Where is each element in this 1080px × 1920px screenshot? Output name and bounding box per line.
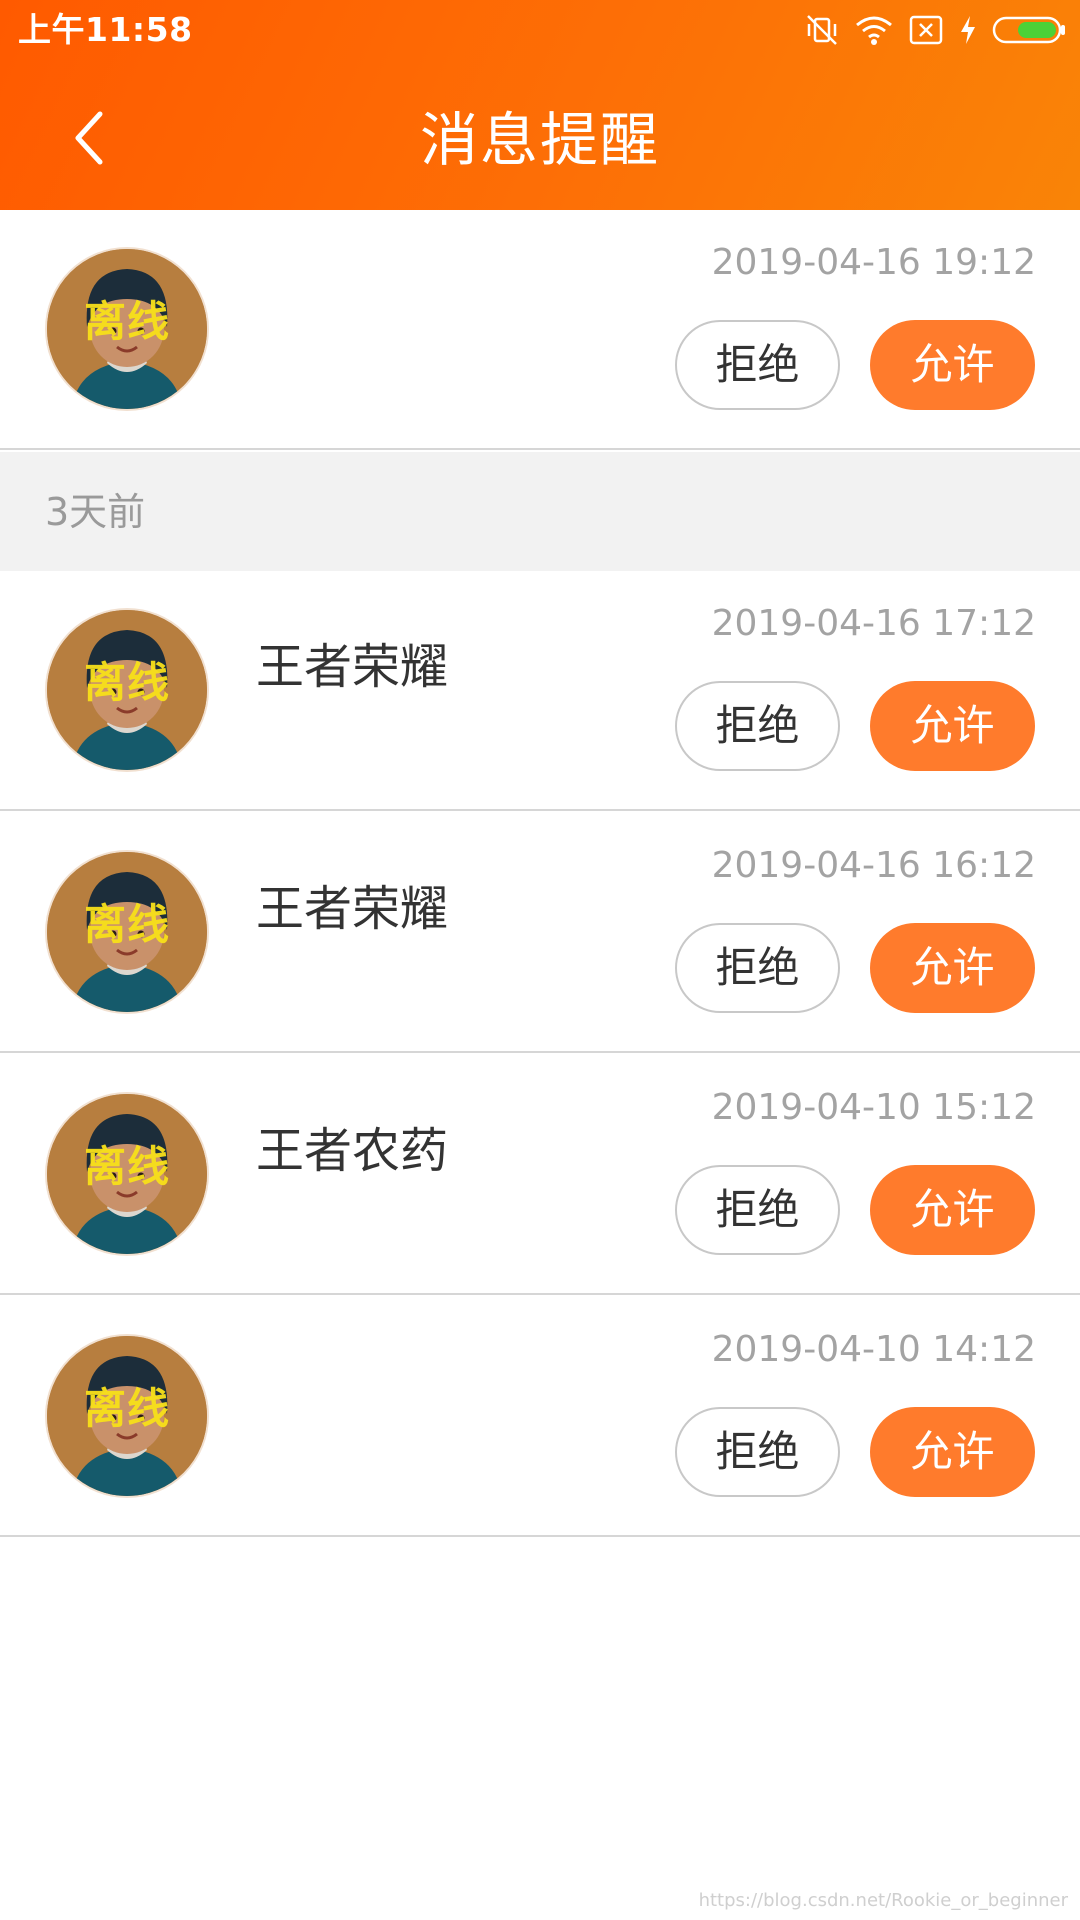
request-item: 离线 王者荣耀 2019-04-16 16:12 拒绝 允许 (0, 813, 1080, 1053)
section-header: 3天前 (0, 452, 1080, 571)
avatar-status-badge: 离线 (83, 658, 170, 707)
avatar-status-badge: 离线 (83, 297, 170, 346)
allow-button[interactable]: 允许 (870, 681, 1035, 771)
request-item: 离线 王者农药 2019-04-10 15:12 拒绝 允许 (0, 1055, 1080, 1295)
request-item: 离线 2019-04-16 19:12 拒绝 允许 (0, 210, 1080, 450)
avatar: 离线 (45, 247, 209, 411)
allow-button[interactable]: 允许 (870, 1165, 1035, 1255)
app-header: 上午11:58 消息提醒 (0, 0, 1080, 210)
allow-button[interactable]: 允许 (870, 320, 1035, 410)
charging-icon (958, 14, 978, 46)
avatar: 离线 (45, 1092, 209, 1256)
request-item: 离线 王者荣耀 2019-04-16 17:12 拒绝 允许 (0, 571, 1080, 811)
chevron-left-icon (70, 108, 110, 172)
avatar: 离线 (45, 850, 209, 1014)
reject-button[interactable]: 拒绝 (675, 320, 840, 410)
request-item: 离线 2019-04-10 14:12 拒绝 允许 (0, 1297, 1080, 1537)
avatar: 离线 (45, 1334, 209, 1498)
request-title: 王者农药 (256, 1123, 449, 1179)
page-title: 消息提醒 (419, 106, 660, 174)
allow-button[interactable]: 允许 (870, 923, 1035, 1013)
section-label: 3天前 (45, 490, 146, 534)
reject-button[interactable]: 拒绝 (675, 1165, 840, 1255)
avatar: 离线 (45, 608, 209, 772)
back-button[interactable] (50, 100, 130, 180)
no-sim-icon (908, 14, 944, 46)
allow-button[interactable]: 允许 (870, 1407, 1035, 1497)
status-icons (804, 10, 1066, 50)
reject-button[interactable]: 拒绝 (675, 923, 840, 1013)
reject-button[interactable]: 拒绝 (675, 681, 840, 771)
vibrate-mute-icon (804, 12, 840, 48)
request-time: 2019-04-16 19:12 (711, 242, 1036, 283)
request-time: 2019-04-10 15:12 (711, 1087, 1036, 1128)
watermark: https://blog.csdn.net/Rookie_or_beginner (698, 1890, 1068, 1911)
avatar-status-badge: 离线 (83, 900, 170, 949)
avatar-status-badge: 离线 (83, 1384, 170, 1433)
request-time: 2019-04-16 17:12 (711, 603, 1036, 644)
request-title: 王者荣耀 (256, 881, 449, 937)
battery-icon (992, 15, 1066, 45)
avatar-status-badge: 离线 (83, 1142, 170, 1191)
request-title: 王者荣耀 (256, 639, 449, 695)
reject-button[interactable]: 拒绝 (675, 1407, 840, 1497)
status-time: 上午11:58 (18, 10, 193, 49)
request-time: 2019-04-16 16:12 (711, 845, 1036, 886)
wifi-icon (854, 14, 894, 46)
request-time: 2019-04-10 14:12 (711, 1329, 1036, 1370)
